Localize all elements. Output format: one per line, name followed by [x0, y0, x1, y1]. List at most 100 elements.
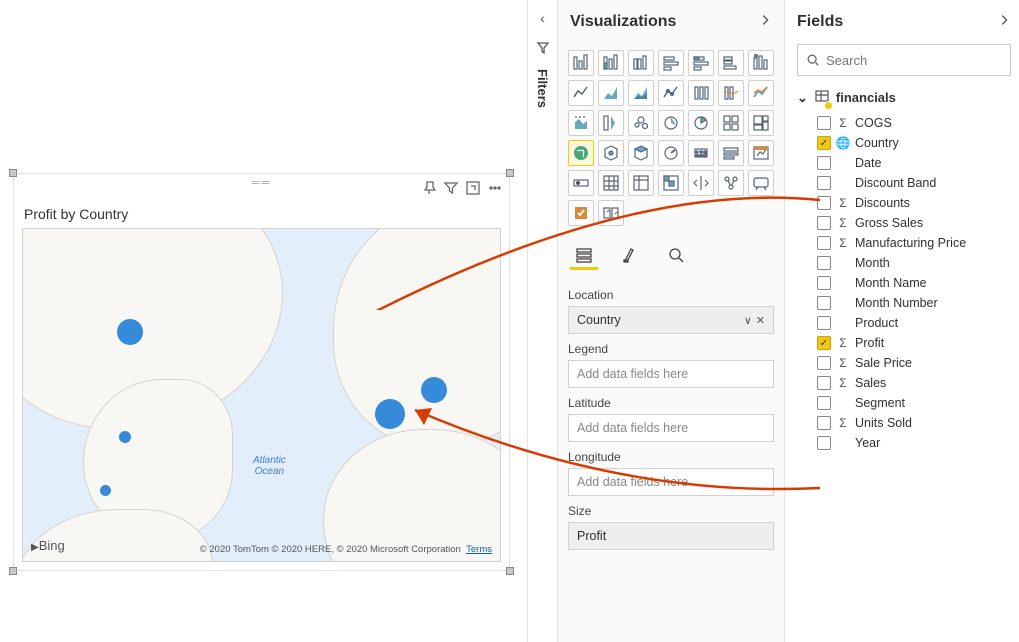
checkbox[interactable]	[817, 176, 831, 190]
fields-tab[interactable]	[570, 242, 598, 270]
drag-grip[interactable]: ══	[252, 177, 272, 189]
field-profit[interactable]: ΣProfit	[785, 333, 1019, 353]
viz-type-11[interactable]	[688, 80, 714, 106]
viz-type-26[interactable]	[718, 140, 744, 166]
terms-link[interactable]: Terms	[466, 544, 492, 555]
checkbox[interactable]	[817, 256, 831, 270]
field-month-number[interactable]: Month Number	[785, 293, 1019, 313]
viz-type-32[interactable]	[688, 170, 714, 196]
viz-type-3[interactable]	[658, 50, 684, 76]
analytics-tab[interactable]	[662, 242, 690, 270]
viz-type-27[interactable]	[748, 140, 774, 166]
pin-icon[interactable]	[421, 180, 437, 199]
map-visual[interactable]: ══ Profit by Country Atlantic Ocean ▶Bin…	[13, 173, 510, 571]
viz-type-18[interactable]	[688, 110, 714, 136]
viz-type-22[interactable]	[598, 140, 624, 166]
checkbox[interactable]	[817, 116, 831, 130]
field-month-name[interactable]: Month Name	[785, 273, 1019, 293]
viz-type-33[interactable]	[718, 170, 744, 196]
checkbox[interactable]	[817, 196, 831, 210]
viz-type-14[interactable]	[568, 110, 594, 136]
viz-type-1[interactable]	[598, 50, 624, 76]
field-segment[interactable]: Segment	[785, 393, 1019, 413]
viz-type-13[interactable]	[748, 80, 774, 106]
chevron-right-icon[interactable]	[997, 13, 1011, 32]
field-manufacturing-price[interactable]: ΣManufacturing Price	[785, 233, 1019, 253]
field-product[interactable]: Product	[785, 313, 1019, 333]
chevron-right-icon[interactable]	[758, 13, 772, 32]
field-gross-sales[interactable]: ΣGross Sales	[785, 213, 1019, 233]
viz-type-9[interactable]	[628, 80, 654, 106]
fields-search[interactable]	[797, 44, 1011, 76]
viz-type-19[interactable]	[718, 110, 744, 136]
checkbox[interactable]	[817, 376, 831, 390]
field-discount-band[interactable]: Discount Band	[785, 173, 1019, 193]
table-financials[interactable]: ⌄ financials	[785, 86, 1019, 113]
search-input[interactable]	[826, 53, 1002, 68]
report-canvas[interactable]: ══ Profit by Country Atlantic Ocean ▶Bin…	[0, 0, 527, 642]
filters-pane-collapsed[interactable]: ‹ Filters	[527, 0, 557, 642]
viz-type-15[interactable]	[598, 110, 624, 136]
viz-type-6[interactable]	[748, 50, 774, 76]
viz-type-16[interactable]	[628, 110, 654, 136]
checkbox[interactable]	[817, 356, 831, 370]
well-size[interactable]: Profit	[568, 522, 774, 550]
viz-type-29[interactable]	[598, 170, 624, 196]
viz-type-4[interactable]	[688, 50, 714, 76]
field-sales[interactable]: ΣSales	[785, 373, 1019, 393]
checkbox[interactable]	[817, 156, 831, 170]
field-discounts[interactable]: ΣDiscounts	[785, 193, 1019, 213]
checkbox[interactable]	[817, 396, 831, 410]
resize-handle-tr[interactable]	[506, 169, 514, 177]
filter-icon[interactable]	[443, 180, 459, 199]
bubble-germany[interactable]	[421, 377, 447, 403]
viz-type-20[interactable]	[748, 110, 774, 136]
checkbox[interactable]	[817, 336, 831, 350]
format-tab[interactable]	[616, 242, 644, 270]
well-legend[interactable]: Add data fields here	[568, 360, 774, 388]
focus-icon[interactable]	[465, 180, 481, 199]
resize-handle-bl[interactable]	[9, 567, 17, 575]
well-location[interactable]: Country∨✕	[568, 306, 774, 334]
viz-type-35[interactable]	[568, 200, 594, 226]
checkbox[interactable]	[817, 136, 831, 150]
field-country[interactable]: 🌐Country	[785, 133, 1019, 153]
viz-type-23[interactable]	[628, 140, 654, 166]
viz-type-30[interactable]	[628, 170, 654, 196]
viz-type-21[interactable]	[568, 140, 594, 166]
field-year[interactable]: Year	[785, 433, 1019, 453]
checkbox[interactable]	[817, 216, 831, 230]
viz-type-25[interactable]: 123	[688, 140, 714, 166]
chevron-left-icon[interactable]: ‹	[540, 10, 545, 26]
field-units-sold[interactable]: ΣUnits Sold	[785, 413, 1019, 433]
map-area[interactable]: Atlantic Ocean ▶Bing © 2020 TomTom © 202…	[22, 228, 501, 562]
checkbox[interactable]	[817, 296, 831, 310]
bubble-usa[interactable]	[119, 431, 131, 443]
viz-type-28[interactable]	[568, 170, 594, 196]
viz-type-8[interactable]	[598, 80, 624, 106]
bubble-france[interactable]	[375, 399, 405, 429]
viz-type-34[interactable]	[748, 170, 774, 196]
field-sale-price[interactable]: ΣSale Price	[785, 353, 1019, 373]
field-month[interactable]: Month	[785, 253, 1019, 273]
viz-type-17[interactable]	[658, 110, 684, 136]
bubble-mexico[interactable]	[100, 485, 111, 496]
viz-type-31[interactable]	[658, 170, 684, 196]
field-date[interactable]: Date	[785, 153, 1019, 173]
resize-handle-br[interactable]	[506, 567, 514, 575]
more-icon[interactable]	[487, 180, 503, 199]
viz-type-7[interactable]	[568, 80, 594, 106]
viz-type-2[interactable]	[628, 50, 654, 76]
viz-type-0[interactable]	[568, 50, 594, 76]
bubble-canada[interactable]	[117, 319, 143, 345]
viz-type-12[interactable]	[718, 80, 744, 106]
resize-handle-tl[interactable]	[9, 169, 17, 177]
checkbox[interactable]	[817, 436, 831, 450]
checkbox[interactable]	[817, 276, 831, 290]
viz-type-24[interactable]	[658, 140, 684, 166]
checkbox[interactable]	[817, 316, 831, 330]
well-longitude[interactable]: Add data fields here	[568, 468, 774, 496]
viz-type-5[interactable]	[718, 50, 744, 76]
viz-type-36[interactable]	[598, 200, 624, 226]
viz-type-10[interactable]	[658, 80, 684, 106]
